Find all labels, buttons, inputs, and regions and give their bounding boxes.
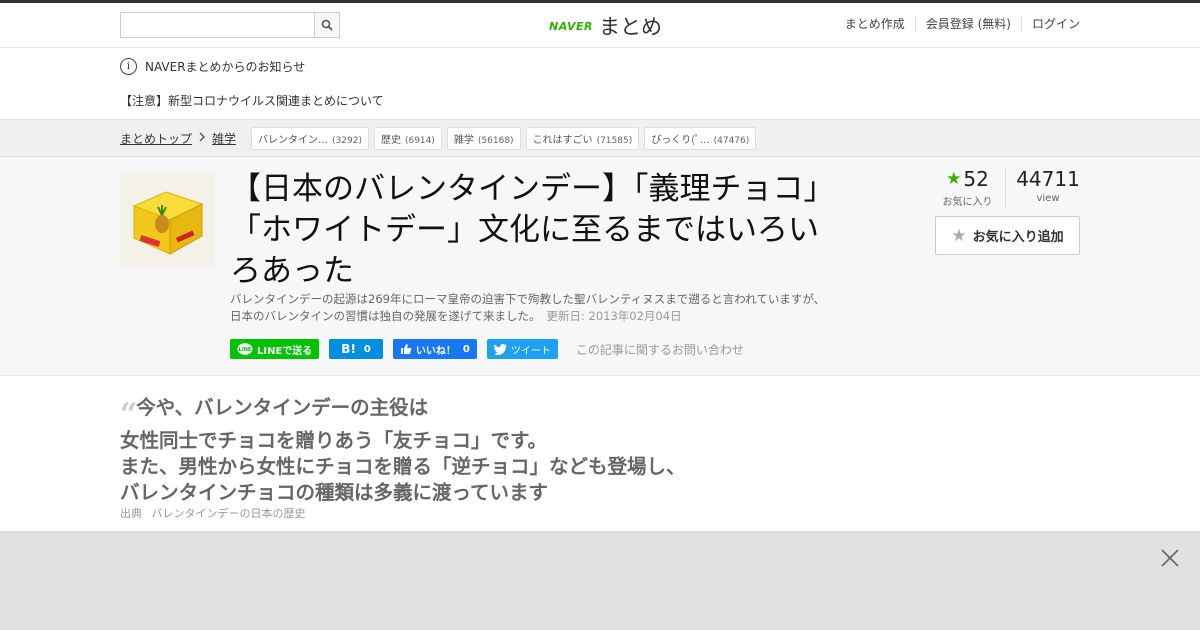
breadcrumb-category[interactable]: 雑学	[212, 130, 236, 147]
tag-label: バレンタイン…	[258, 134, 329, 146]
site-header: NAVER まとめ まとめ作成 会員登録 (無料) ログイン	[0, 3, 1200, 48]
favorites-stat: ★ 52 お気に入り	[940, 167, 1006, 208]
close-button[interactable]	[1160, 548, 1180, 568]
facebook-like-count: 0	[462, 343, 470, 355]
tag-count: (3292)	[332, 135, 362, 146]
info-icon: i	[120, 58, 137, 75]
article-header: 【日本のバレンタインデー】「義理チョコ」「ホワイトデー」文化に至るまではいろいろ…	[0, 157, 1200, 376]
notice-heading: i NAVERまとめからのお知らせ	[120, 58, 305, 75]
nav-register[interactable]: 会員登録 (無料)	[914, 17, 1021, 31]
quote-line: また、男性から女性にチョコを贈る「逆チョコ」なども登場し、	[120, 455, 686, 478]
quote-line: 女性同士でチョコを贈りあう「友チョコ」です。	[120, 429, 548, 452]
hatena-icon: B!	[341, 342, 356, 356]
tag-label: 歴史	[380, 134, 401, 146]
logo-brand: NAVER	[549, 19, 593, 33]
line-icon: LINE	[237, 342, 253, 355]
facebook-like-label: いいね！	[415, 345, 456, 357]
ad-banner	[0, 531, 1200, 630]
search-button[interactable]	[314, 12, 340, 38]
search-icon	[321, 19, 333, 31]
facebook-like-icon	[400, 344, 412, 354]
tag-label: 雑学	[453, 134, 474, 146]
header-nav: まとめ作成 会員登録 (無料) ログイン	[835, 17, 1080, 31]
inquiry-link[interactable]: この記事に関するお問い合わせ	[576, 341, 744, 358]
favorites-label: お気に入り	[942, 197, 993, 208]
notice-link[interactable]: 【注意】新型コロナウイルス関連まとめについて	[120, 92, 384, 109]
tag-count: (71585)	[596, 135, 633, 146]
tag-count: (6914)	[404, 135, 435, 146]
tag-item[interactable]: 歴史 (6914)	[373, 126, 442, 150]
chevron-right-icon	[198, 131, 206, 145]
site-logo[interactable]: NAVER まとめ	[549, 11, 662, 41]
hatena-bookmark-button[interactable]: B! 0	[329, 339, 383, 359]
star-icon: ★	[946, 169, 962, 189]
chocolate-box-image	[120, 172, 215, 267]
tag-label: びっくり(ﾟ…	[651, 134, 710, 146]
tag-item[interactable]: バレンタイン… (3292)	[251, 126, 369, 150]
tag-item[interactable]: びっくり(ﾟ… (47476)	[644, 126, 757, 150]
views-stat: 44711 view	[1006, 167, 1080, 208]
tag-item[interactable]: 雑学 (56168)	[446, 126, 521, 150]
quote-mark-icon: “	[120, 397, 137, 432]
share-bar: LINE LINEで送る B! 0 いいね！ 0 ツイート この記事に関するお問…	[230, 339, 744, 359]
tag-count: (47476)	[713, 135, 750, 146]
logo-name: まとめ	[598, 15, 662, 39]
notice-title: NAVERまとめからのお知らせ	[145, 60, 306, 74]
quote-source: 出典 バレンタインデーの日本の歴史	[120, 505, 306, 521]
quote-line: 今や、バレンタインデーの主役は	[136, 396, 429, 419]
breadcrumb: まとめトップ 雑学 バレンタイン… (3292) 歴史 (6914) 雑学 (5616…	[0, 119, 1200, 157]
search-input[interactable]	[120, 12, 315, 38]
nav-login[interactable]: ログイン	[1020, 17, 1080, 31]
source-link[interactable]: バレンタインデーの日本の歴史	[152, 507, 306, 520]
svg-text:LINE: LINE	[239, 347, 252, 353]
article-description: バレンタインデーの起源は269年にローマ皇帝の迫害下で殉教した聖バレンティヌスま…	[230, 291, 830, 325]
tag-item[interactable]: これはすごい (71585)	[525, 126, 640, 150]
article-thumbnail[interactable]	[120, 172, 215, 267]
hatena-count: 0	[363, 343, 371, 355]
tweet-button[interactable]: ツイート	[486, 339, 558, 359]
breadcrumb-top[interactable]: まとめトップ	[120, 130, 192, 147]
tag-list: バレンタイン… (3292) 歴史 (6914) 雑学 (56168) これはすごい(…	[251, 126, 757, 150]
quote-line: バレンタインチョコの種類は多義に渡っています	[120, 481, 549, 504]
favorites-count: 52	[963, 167, 989, 191]
facebook-like-button[interactable]: いいね！ 0	[392, 339, 477, 359]
article-updated: 更新日: 2013年02月04日	[546, 309, 682, 323]
views-count: 44711	[1016, 167, 1080, 191]
article-description-text: バレンタインデーの起源は269年にローマ皇帝の迫害下で殉教した聖バレンティヌスま…	[230, 292, 826, 323]
nav-create-matome[interactable]: まとめ作成	[835, 17, 915, 31]
star-icon: ★	[951, 225, 967, 246]
notice-section: i NAVERまとめからのお知らせ 【注意】新型コロナウイルス関連まとめについて	[0, 48, 1200, 119]
add-favorite-button[interactable]: ★ お気に入り追加	[935, 216, 1080, 255]
quote-block: “今や、バレンタインデーの主役は 女性同士でチョコを贈りあう「友チョコ」です。 …	[120, 395, 920, 506]
line-share-label: LINEで送る	[257, 345, 313, 357]
add-favorite-label: お気に入り追加	[972, 230, 1064, 245]
line-share-button[interactable]: LINE LINEで送る	[230, 339, 320, 359]
twitter-icon	[493, 343, 507, 355]
views-label: view	[1036, 193, 1060, 204]
tag-count: (56168)	[477, 135, 514, 146]
search-box	[120, 12, 340, 38]
close-icon	[1161, 549, 1179, 567]
tag-label: これはすごい	[532, 134, 593, 146]
article-title: 【日本のバレンタインデー】「義理チョコ」「ホワイトデー」文化に至るまではいろいろ…	[230, 171, 819, 289]
tweet-label: ツイート	[510, 345, 551, 357]
article-stats: ★ 52 お気に入り 44711 view	[940, 167, 1080, 208]
source-label: 出典	[120, 507, 142, 520]
